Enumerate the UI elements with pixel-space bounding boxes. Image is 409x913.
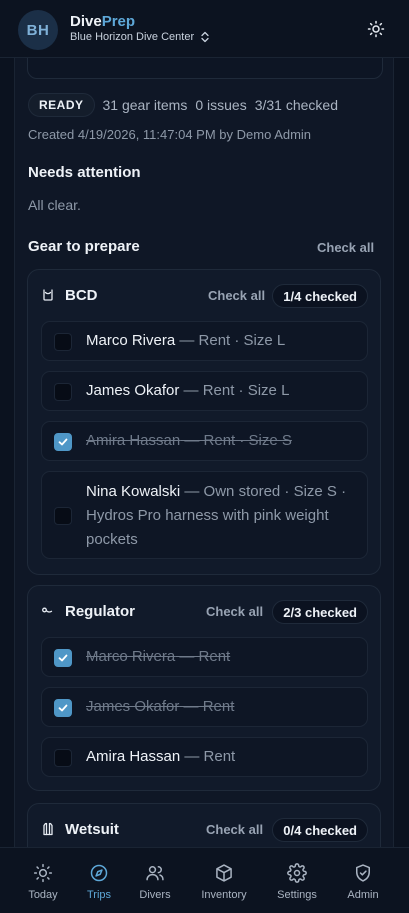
gear-group-wetsuit: Wetsuit Check all 0/4 checked (27, 803, 381, 847)
sun-icon (367, 20, 385, 38)
gear-item[interactable]: Marco Rivera — Rent (41, 637, 368, 677)
diver-name: Nina Kowalski (86, 483, 181, 500)
users-icon (146, 866, 164, 881)
nav-label: Settings (277, 889, 317, 901)
nav-settings[interactable]: Settings (274, 848, 320, 913)
gear-icon (287, 863, 307, 883)
theme-toggle-button[interactable] (364, 17, 388, 41)
group-check-all-button[interactable]: Check all (208, 288, 265, 303)
diver-name: Marco Rivera (86, 332, 176, 349)
nav-label: Today (28, 889, 58, 901)
sun-icon (33, 863, 53, 883)
nav-today[interactable]: Today (26, 848, 60, 913)
status-badge: READY (28, 93, 95, 117)
item-text: James Okafor — Rent (86, 695, 356, 719)
item-detail: — Rent (179, 698, 235, 715)
item-checkbox[interactable] (54, 749, 72, 767)
item-text: James Okafor — Rent · Size L (86, 379, 356, 403)
diver-name: James Okafor (86, 698, 180, 715)
nav-divers[interactable]: Divers (138, 848, 172, 913)
gear-item[interactable]: Nina Kowalski — Own stored · Size S · Hy… (41, 471, 368, 559)
item-checkbox[interactable] (54, 507, 72, 525)
group-check-all-button[interactable]: Check all (206, 822, 263, 837)
item-checkbox[interactable] (54, 383, 72, 401)
diver-name: Amira Hassan (86, 748, 181, 765)
group-title: Regulator (65, 603, 136, 620)
org-name: Blue Horizon Dive Center (70, 31, 195, 43)
item-checkbox[interactable] (54, 699, 72, 717)
attention-message: All clear. (28, 197, 81, 213)
brand-part-2: Prep (101, 13, 136, 30)
item-text: Amira Hassan — Rent · Size S (86, 429, 356, 453)
nav-admin[interactable]: Admin (344, 848, 382, 913)
group-header: Regulator Check all 2/3 checked (28, 586, 380, 638)
needs-attention-title: Needs attention (28, 164, 141, 181)
item-text: Amira Hassan — Rent (86, 745, 356, 769)
org-avatar[interactable]: BH (18, 10, 58, 50)
nav-inventory[interactable]: Inventory (196, 848, 252, 913)
gear-item[interactable]: Amira Hassan — Rent (41, 737, 368, 777)
gear-item[interactable]: James Okafor — Rent · Size L (41, 371, 368, 411)
nav-label: Divers (139, 889, 171, 901)
nav-label: Inventory (201, 889, 247, 901)
nav-label: Trips (86, 889, 112, 901)
item-checkbox[interactable] (54, 433, 72, 451)
group-progress-badge: 0/4 checked (272, 818, 368, 842)
group-header: Wetsuit Check all 0/4 checked (28, 804, 380, 847)
group-progress-badge: 2/3 checked (272, 600, 368, 624)
check-all-gear-button[interactable]: Check all (317, 240, 374, 255)
gear-group-bcd: BCD Check all 1/4 checked Marco Rivera —… (27, 269, 381, 575)
gear-group-regulator: Regulator Check all 2/3 checked Marco Ri… (27, 585, 381, 791)
trip-detail-panel[interactable]: READY 31 gear items 0 issues 3/31 checke… (14, 58, 394, 847)
checked-count: 3/31 checked (254, 97, 338, 113)
issues-count: 0 issues (195, 97, 247, 113)
diver-name: Amira Hassan (86, 432, 181, 449)
wetsuit-icon (43, 822, 53, 836)
nav-label: Admin (347, 889, 379, 901)
item-detail: — Rent (180, 748, 236, 765)
gear-item[interactable]: Marco Rivera — Rent · Size L (41, 321, 368, 361)
item-detail: — Rent · Size S (180, 432, 292, 449)
item-detail: — Rent (175, 648, 231, 665)
gear-item[interactable]: Amira Hassan — Rent · Size S (41, 421, 368, 461)
group-progress-badge: 1/4 checked (272, 284, 368, 308)
item-text: Nina Kowalski — Own stored · Size S · Hy… (86, 480, 356, 552)
created-info: Created 4/19/2026, 11:47:04 PM by Demo A… (28, 127, 312, 142)
item-detail: — Rent · Size L (175, 332, 286, 349)
checkmark-icon (58, 654, 68, 662)
group-title: BCD (65, 287, 98, 304)
status-row: READY 31 gear items 0 issues 3/31 checke… (28, 93, 338, 117)
nav-trips[interactable]: Trips (84, 848, 114, 913)
group-header: BCD Check all 1/4 checked (28, 270, 380, 322)
item-detail: — Rent · Size L (179, 382, 290, 399)
chevron-updown-icon (201, 31, 209, 43)
bcd-vest-icon (43, 289, 53, 301)
bottom-navigation: Today Trips Divers Inventory Settings Ad… (0, 847, 409, 913)
shield-icon (356, 864, 370, 882)
checkmark-icon (58, 438, 68, 446)
gear-items-count: 31 gear items (102, 97, 188, 113)
diver-name: James Okafor (86, 382, 180, 399)
app-header: BH DivePrep Blue Horizon Dive Center (0, 0, 409, 58)
box-icon (216, 864, 232, 882)
app-brand: DivePrep (70, 13, 135, 30)
item-checkbox[interactable] (54, 333, 72, 351)
diver-name: Marco Rivera (86, 648, 176, 665)
org-switcher[interactable]: Blue Horizon Dive Center (70, 31, 210, 43)
group-title: Wetsuit (65, 821, 119, 838)
gear-to-prepare-title: Gear to prepare (28, 238, 140, 255)
regulator-icon (42, 607, 53, 613)
item-text: Marco Rivera — Rent · Size L (86, 329, 356, 353)
group-check-all-button[interactable]: Check all (206, 604, 263, 619)
compass-icon (90, 864, 108, 882)
previous-card (27, 58, 383, 79)
gear-item[interactable]: James Okafor — Rent (41, 687, 368, 727)
brand-part-1: Dive (70, 13, 102, 30)
checkmark-icon (58, 704, 68, 712)
item-text: Marco Rivera — Rent (86, 645, 356, 669)
item-checkbox[interactable] (54, 649, 72, 667)
